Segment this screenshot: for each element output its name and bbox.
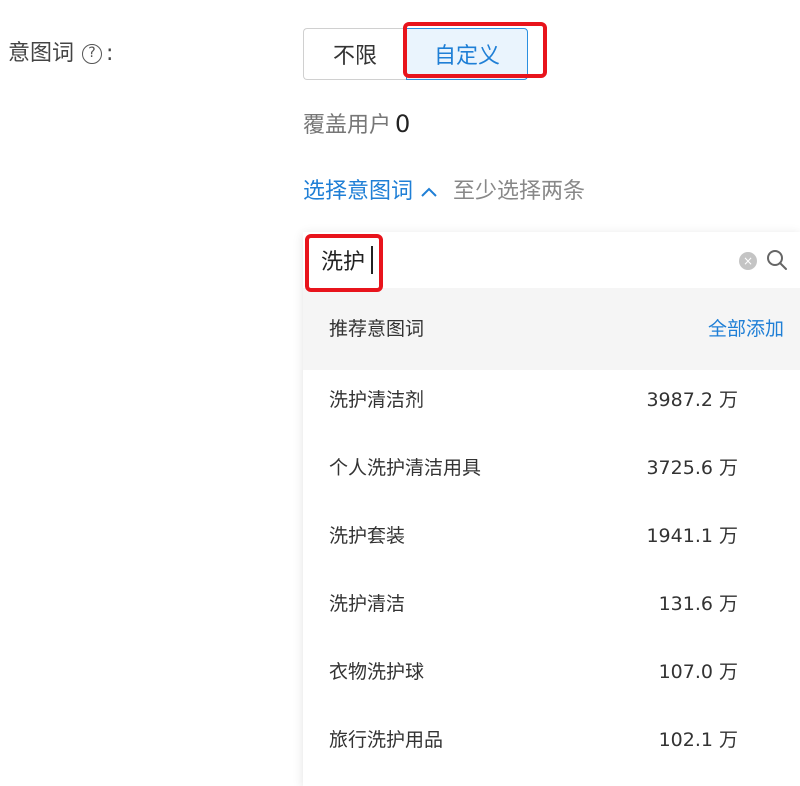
field-label-colon: : bbox=[106, 41, 114, 66]
unlimited-option-button[interactable]: 不限 bbox=[303, 28, 406, 80]
select-hint: 至少选择两条 bbox=[453, 179, 586, 204]
recommend-list: 洗护清洁剂 3987.2 万 个人洗护清洁用具 3725.6 万 洗护套装 19… bbox=[303, 370, 800, 778]
select-intent-link-label: 选择意图词 bbox=[303, 179, 414, 204]
search-bar: × bbox=[303, 232, 800, 288]
list-item[interactable]: 洗护套装 1941.1 万 bbox=[303, 506, 800, 574]
coverage-users: 覆盖用户 0 bbox=[303, 108, 410, 142]
help-icon[interactable]: ? bbox=[82, 44, 103, 64]
select-intent-link[interactable]: 选择意图词 bbox=[303, 176, 437, 208]
item-name: 个人洗护清洁用具 bbox=[329, 457, 482, 479]
item-name: 洗护套装 bbox=[329, 525, 406, 547]
search-icon[interactable] bbox=[765, 248, 789, 272]
intent-word-field-label: 意图词 ? : bbox=[8, 38, 113, 70]
list-item[interactable]: 洗护清洁剂 3987.2 万 bbox=[303, 370, 800, 438]
intent-word-dropdown: × 推荐意图词 全部添加 洗护清洁剂 3987.2 万 个人洗护清洁用具 372… bbox=[303, 232, 800, 786]
item-count: 3987.2 万 bbox=[646, 389, 738, 411]
intent-mode-toggle: 不限 自定义 bbox=[303, 28, 528, 80]
item-count: 3725.6 万 bbox=[646, 457, 738, 479]
item-name: 衣物洗护球 bbox=[329, 661, 425, 683]
item-name: 洗护清洁 bbox=[329, 593, 406, 615]
add-all-button[interactable]: 全部添加 bbox=[708, 313, 784, 345]
coverage-label: 覆盖用户 bbox=[303, 113, 392, 138]
recommend-header: 推荐意图词 全部添加 bbox=[303, 288, 800, 370]
item-name: 旅行洗护用品 bbox=[329, 729, 444, 751]
coverage-count: 0 bbox=[395, 110, 411, 138]
intent-word-settings: 意图词 ? : 不限 自定义 覆盖用户0 选择意图词 至少选择两条 × bbox=[0, 0, 800, 786]
select-intent-row: 选择意图词 至少选择两条 bbox=[303, 176, 585, 208]
item-count: 1941.1 万 bbox=[646, 525, 738, 547]
chevron-up-icon bbox=[421, 187, 437, 197]
custom-option-button[interactable]: 自定义 bbox=[406, 28, 528, 80]
search-input[interactable] bbox=[321, 242, 681, 278]
list-item[interactable]: 洗护清洁 131.6 万 bbox=[303, 574, 800, 642]
field-label-text: 意图词 bbox=[8, 41, 75, 66]
list-item[interactable]: 旅行洗护用品 102.1 万 bbox=[303, 710, 800, 778]
item-count: 131.6 万 bbox=[658, 593, 738, 615]
recommend-title: 推荐意图词 bbox=[329, 318, 425, 340]
item-name: 洗护清洁剂 bbox=[329, 389, 425, 411]
text-caret bbox=[371, 246, 373, 274]
item-count: 102.1 万 bbox=[658, 729, 738, 751]
item-count: 107.0 万 bbox=[658, 661, 738, 683]
clear-icon[interactable]: × bbox=[739, 252, 757, 270]
list-item[interactable]: 个人洗护清洁用具 3725.6 万 bbox=[303, 438, 800, 506]
list-item[interactable]: 衣物洗护球 107.0 万 bbox=[303, 642, 800, 710]
